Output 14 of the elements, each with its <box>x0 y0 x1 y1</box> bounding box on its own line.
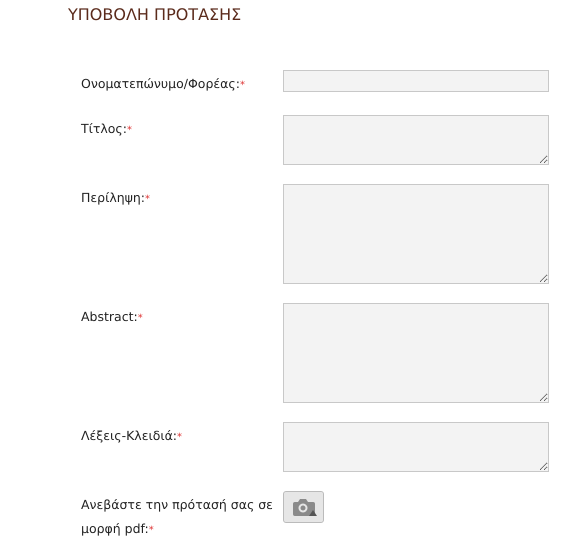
text-area[interactable] <box>283 184 549 284</box>
field-label: Abstract:* <box>81 309 143 324</box>
page-title: ΥΠΟΒΟΛΗ ΠΡΟΤΑΣΗΣ <box>68 5 242 25</box>
field-label: Ονοματεπώνυμο/Φορέας:* <box>81 76 245 91</box>
field-label: Περίληψη:* <box>81 190 150 205</box>
text-area[interactable] <box>283 303 549 403</box>
text-area[interactable] <box>283 422 549 472</box>
field-label: Τίτλος:* <box>81 121 132 136</box>
input-field[interactable] <box>283 70 549 92</box>
field-label: Λέξεις-Κλειδιά:* <box>81 428 182 443</box>
field-label: Ανεβάστε την πρότασή σας σε μορφή pdf:* <box>81 497 273 536</box>
upload-button[interactable] <box>283 491 324 523</box>
camera-icon <box>290 497 316 517</box>
text-area[interactable] <box>283 115 549 165</box>
